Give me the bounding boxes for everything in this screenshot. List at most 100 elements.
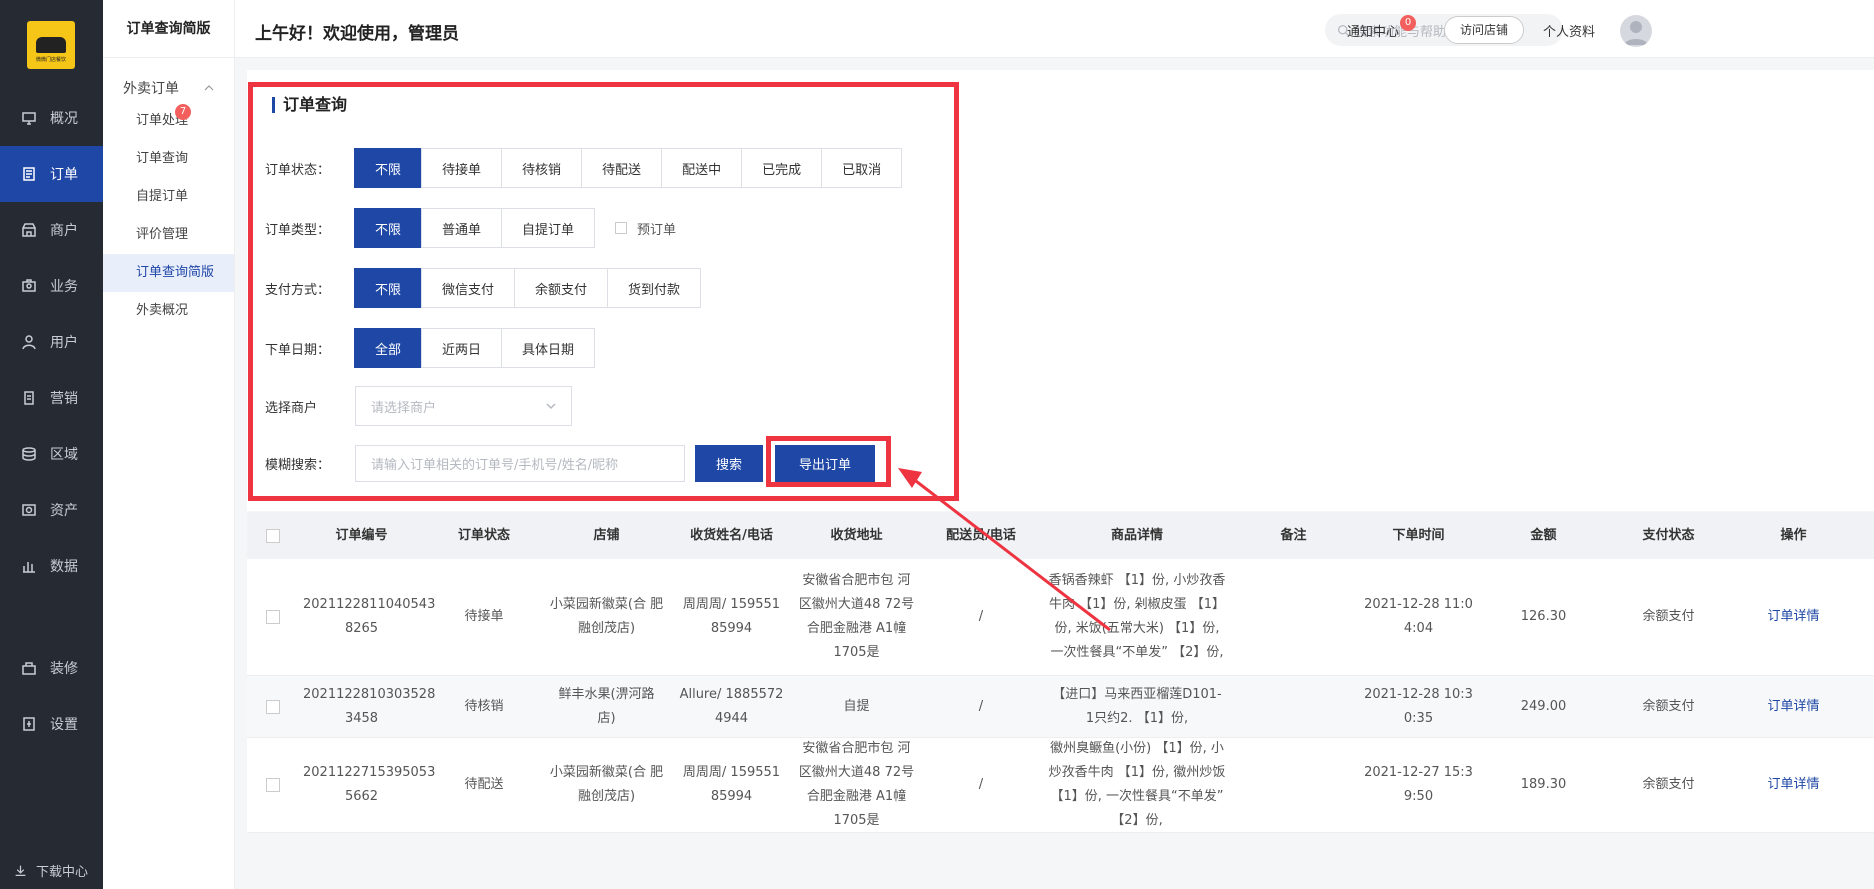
- sub-item-0[interactable]: 订单处理 7: [103, 102, 234, 140]
- seg-option[interactable]: 微信支付: [421, 268, 516, 308]
- nav-item-4[interactable]: 用户: [0, 314, 103, 370]
- sub-item-1[interactable]: 订单查询: [103, 140, 234, 178]
- cell-time: 2021-12-27 15:3 9:50: [1364, 765, 1473, 804]
- seg-option[interactable]: 货到付款: [607, 268, 702, 308]
- column-header: 下单时间: [1392, 527, 1445, 543]
- asset-icon: [21, 502, 37, 518]
- sub-item-label: 订单查询: [136, 151, 189, 166]
- decorate-icon: [21, 660, 37, 676]
- filter-row-status: 订单状态： 不限 待接单 待核销 待配送 配送中 已完成 已取消: [265, 148, 903, 188]
- cell-action[interactable]: 订单详情: [1731, 605, 1856, 629]
- seg-option[interactable]: 余额支付: [514, 268, 609, 308]
- data-icon: [21, 558, 37, 574]
- download-label: 下载中心: [36, 864, 89, 880]
- notification-center-link[interactable]: 通知中心: [1347, 21, 1399, 40]
- main-nav: 概况 订单 商户业务用户营销区域资产数据: [0, 90, 103, 594]
- nav-item-6[interactable]: 区域: [0, 426, 103, 482]
- seg-option[interactable]: 待接单: [421, 148, 503, 188]
- nav-item-label: 数据: [50, 559, 78, 575]
- nav-item-3[interactable]: 业务: [0, 258, 103, 314]
- avatar[interactable]: [1620, 15, 1652, 47]
- seg-option[interactable]: 全部: [354, 328, 423, 368]
- cell-shop: 鲜丰水果(淠河路 店): [558, 686, 655, 726]
- nav-item-0[interactable]: 概况: [0, 90, 103, 146]
- app-logo[interactable]: 微微门店餐饮: [27, 21, 75, 69]
- select-all-checkbox[interactable]: [266, 528, 280, 543]
- cell-action[interactable]: 订单详情: [1731, 773, 1856, 797]
- nav-item-label: 用户: [50, 335, 78, 351]
- seg-option[interactable]: 自提订单: [501, 208, 596, 248]
- merchant-select[interactable]: 请选择商户: [355, 386, 572, 426]
- seg-option[interactable]: 不限: [354, 268, 423, 308]
- cell-goods: 香锅香辣虾 【1】份, 小炒孜香牛肉 【1】份, 剁椒皮蛋 【1】份, 米饭(五…: [1048, 573, 1226, 660]
- nav-item-1[interactable]: 订单: [0, 146, 103, 202]
- seg-option[interactable]: 配送中: [661, 148, 743, 188]
- nav-item-8[interactable]: 数据: [0, 538, 103, 594]
- cell-receiver: Allure/ 1885572 4944: [679, 686, 784, 726]
- main-nav-bottom: 装修 设置: [0, 640, 103, 752]
- column-header: 订单编号: [335, 527, 388, 543]
- seg-option[interactable]: 待核销: [501, 148, 583, 188]
- preorder-checkbox[interactable]: 预订单: [615, 219, 676, 238]
- marketing-icon: [21, 390, 37, 406]
- seg-option[interactable]: 不限: [354, 148, 423, 188]
- cell-action[interactable]: 订单详情: [1731, 695, 1856, 719]
- column-header: 备注: [1280, 527, 1307, 543]
- row-checkbox[interactable]: [266, 699, 280, 714]
- cell-courier: /: [978, 609, 984, 624]
- sub-item-5[interactable]: 外卖概况: [103, 292, 234, 330]
- seg-option[interactable]: 已完成: [741, 148, 823, 188]
- pay-segment: 不限 微信支付 余额支付 货到付款: [354, 268, 702, 308]
- seg-option[interactable]: 待配送: [581, 148, 663, 188]
- cell-status: 待接单: [464, 609, 504, 624]
- nav-item-7[interactable]: 资产: [0, 482, 103, 538]
- keyword-input[interactable]: 请输入订单相关的订单号/手机号/姓名/昵称: [355, 445, 685, 482]
- cell-shop: 小菜园新徽菜(合 肥融创茂店): [549, 765, 664, 804]
- greeting-text: 上午好！欢迎使用，管理员: [255, 24, 459, 44]
- cell-address: 安徽省合肥市包 河区徽州大道48 72号合肥金融港 A1幢1705是: [798, 573, 915, 660]
- nav-item-label: 区域: [50, 447, 78, 463]
- checkbox-box[interactable]: [615, 222, 628, 234]
- row-checkbox[interactable]: [266, 778, 280, 792]
- seg-option[interactable]: 具体日期: [501, 328, 596, 368]
- search-button[interactable]: 搜索: [695, 445, 763, 482]
- export-orders-button[interactable]: 导出订单: [775, 445, 875, 482]
- nav-item-5[interactable]: 营销: [0, 370, 103, 426]
- nav-item-label: 业务: [50, 279, 78, 295]
- cell-courier: /: [978, 777, 984, 792]
- sub-item-label: 外卖概况: [136, 303, 189, 318]
- visit-store-button[interactable]: 访问店铺: [1444, 16, 1524, 44]
- status-segment: 不限 待接单 待核销 待配送 配送中 已完成 已取消: [354, 148, 903, 188]
- filter-label-keyword: 模糊搜索：: [265, 458, 331, 473]
- nav-item-label: 装修: [50, 661, 78, 677]
- business-icon: [21, 278, 37, 294]
- nav-item-2[interactable]: 商户: [0, 202, 103, 258]
- nav-item-0-bottom[interactable]: 装修: [0, 640, 103, 696]
- filter-label-type: 订单类型：: [265, 222, 331, 238]
- user-icon: [21, 334, 37, 350]
- seg-option[interactable]: 普通单: [421, 208, 503, 248]
- column-header: 店铺: [593, 527, 620, 543]
- nav-item-1-bottom[interactable]: 设置: [0, 696, 103, 752]
- nav-item-label: 设置: [50, 717, 78, 733]
- table-row: 2021122811040543 8265 待接单 小菜园新徽菜(合 肥融创茂店) 周…: [247, 559, 1874, 676]
- seg-option[interactable]: 不限: [354, 208, 423, 248]
- notification-count-badge: 0: [1400, 15, 1416, 31]
- seg-option[interactable]: 已取消: [821, 148, 903, 188]
- profile-link[interactable]: 个人资料: [1543, 21, 1595, 40]
- cell-order-no: 2021122811040543 8265: [303, 597, 436, 636]
- filter-row-date: 下单日期： 全部 近两日 具体日期: [265, 328, 596, 368]
- sub-item-3[interactable]: 评价管理: [103, 216, 234, 254]
- row-checkbox-cell: [247, 778, 299, 792]
- sub-group-takeaway[interactable]: 外卖订单: [103, 58, 234, 98]
- cell-pay-status: 余额支付: [1642, 777, 1695, 792]
- cell-shop: 小菜园新徽菜(合 肥融创茂店): [549, 597, 664, 636]
- seg-option[interactable]: 近两日: [421, 328, 503, 368]
- filter-row-keyword: 模糊搜索： 请输入订单相关的订单号/手机号/姓名/昵称 搜索 导出订单: [265, 445, 875, 482]
- sub-item-4[interactable]: 订单查询简版: [103, 254, 234, 292]
- row-checkbox[interactable]: [266, 610, 280, 624]
- cell-courier: /: [978, 698, 984, 714]
- sub-item-2[interactable]: 自提订单: [103, 178, 234, 216]
- download-center-button[interactable]: 下载中心: [0, 851, 103, 889]
- cell-status: 待配送: [464, 777, 504, 792]
